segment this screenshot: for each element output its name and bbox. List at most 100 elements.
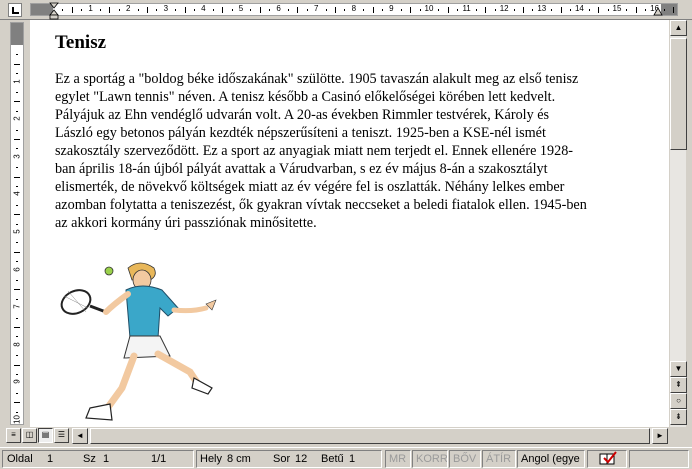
ruler-tick xyxy=(344,9,346,11)
ruler-tick xyxy=(16,242,18,244)
ruler-number: 5 xyxy=(238,4,244,13)
ruler-tick xyxy=(551,9,553,11)
ruler-tick xyxy=(16,223,18,225)
ruler-tick xyxy=(14,63,20,65)
page-label: Oldal xyxy=(7,453,33,465)
ruler-tick xyxy=(16,392,18,394)
line-value: 12 xyxy=(295,453,308,465)
print-layout-view-icon[interactable]: ▤ xyxy=(38,428,53,443)
document-page[interactable]: Tenisz Ez a sportág a "boldog béke idősz… xyxy=(30,20,669,427)
vertical-ruler-strip[interactable]: 1 2 3 4 5 6 7 8 9 10 xyxy=(10,22,24,425)
right-indent-marker-icon[interactable] xyxy=(653,6,663,16)
vertical-ruler[interactable]: 1 2 3 4 5 6 7 8 9 10 xyxy=(0,20,30,427)
ruler-tick xyxy=(626,9,628,11)
vertical-scroll-thumb[interactable] xyxy=(670,38,687,150)
ruler-number: 1 xyxy=(88,4,93,13)
ruler-number: 14 xyxy=(574,4,584,13)
ruler-tick xyxy=(16,73,18,75)
ruler-tick xyxy=(250,9,252,11)
ruler-tick xyxy=(532,9,534,11)
ruler-number: 7 xyxy=(313,4,319,13)
ruler-tick xyxy=(16,148,18,150)
ruler-tick xyxy=(184,7,186,13)
ruler-tick xyxy=(100,9,101,11)
horizontal-scrollbar[interactable]: ◄ ► xyxy=(72,428,668,444)
ruler-tick xyxy=(476,9,477,11)
ruler-tick xyxy=(513,9,515,11)
ruler-tick xyxy=(259,7,261,13)
horizontal-scroll-area[interactable]: ≡ ◫ ▤ ☰ ◄ ► xyxy=(0,427,686,445)
ruler-tick xyxy=(494,9,496,11)
ruler-tick xyxy=(16,129,18,131)
ruler-tick xyxy=(231,9,233,11)
outline-view-icon[interactable]: ☰ xyxy=(54,428,69,443)
ruler-tick xyxy=(372,7,374,13)
ruler-tick xyxy=(222,7,224,13)
ruler-tick xyxy=(16,92,18,93)
ruler-tick xyxy=(457,9,459,11)
ruler-tick xyxy=(363,9,365,11)
normal-view-icon[interactable]: ≡ xyxy=(6,428,21,443)
ruler-tick xyxy=(664,9,665,11)
extend-selection-indicator[interactable]: BŐV xyxy=(449,450,481,468)
ruler-strip[interactable]: 1 2 3 4 5 6 7 8 9 10 11 12 13 14 15 16 xyxy=(30,3,678,16)
tennis-player-clipart-icon[interactable] xyxy=(50,260,230,427)
status-page-info[interactable]: Oldal 1 Sz 1 1/1 xyxy=(2,450,194,468)
ruler-tick xyxy=(16,167,18,169)
scroll-up-button[interactable]: ▲ xyxy=(670,20,687,36)
tab-selector-icon[interactable] xyxy=(8,3,22,17)
document-body[interactable]: Ez a sportág a "boldog béke időszakának"… xyxy=(55,70,655,232)
ruler-number: 5 xyxy=(12,229,22,234)
spelling-status[interactable] xyxy=(587,450,627,468)
language-indicator[interactable]: Angol (egye xyxy=(517,450,585,468)
line-label: Sor xyxy=(273,453,291,465)
ruler-tick xyxy=(438,9,440,11)
macro-record-indicator[interactable]: MR xyxy=(385,450,411,468)
ruler-number: 6 xyxy=(12,266,22,272)
ruler-tick xyxy=(62,9,64,11)
web-layout-view-icon[interactable]: ◫ xyxy=(22,428,37,443)
ruler-tick xyxy=(16,411,18,413)
ruler-tick xyxy=(588,9,590,11)
ruler-number: 3 xyxy=(12,154,22,159)
ruler-tick xyxy=(297,7,299,13)
scroll-left-button[interactable]: ◄ xyxy=(72,428,88,444)
horizontal-scroll-thumb[interactable] xyxy=(90,428,650,444)
ruler-tick xyxy=(137,9,139,11)
ruler-number: 9 xyxy=(389,4,394,13)
next-page-button[interactable]: ⇟ xyxy=(670,409,687,425)
ruler-tick xyxy=(212,9,214,11)
ruler-number: 10 xyxy=(424,4,434,13)
vertical-scrollbar[interactable]: ▲ ▼ ⇞ ○ ⇟ xyxy=(669,20,687,427)
scroll-right-button[interactable]: ► xyxy=(652,428,668,444)
scroll-down-button[interactable]: ▼ xyxy=(670,361,687,377)
overtype-indicator[interactable]: ÁTÍR xyxy=(482,450,516,468)
ruler-tick xyxy=(16,336,18,338)
page-value: 1 xyxy=(47,453,54,465)
horizontal-ruler[interactable]: 1 2 3 4 5 6 7 8 9 10 11 12 13 14 15 16 xyxy=(0,0,692,20)
ruler-tick xyxy=(16,54,18,56)
ruler-number: 13 xyxy=(537,4,547,13)
ruler-tick xyxy=(306,9,308,11)
ruler-tick xyxy=(109,7,111,13)
indent-marker-icon[interactable] xyxy=(49,0,59,20)
ruler-tick xyxy=(14,327,20,328)
ruler-number: 6 xyxy=(276,4,281,13)
previous-page-button[interactable]: ⇞ xyxy=(670,377,687,393)
ruler-tick xyxy=(14,101,20,103)
select-browse-object-button[interactable]: ○ xyxy=(670,393,687,409)
ruler-tick xyxy=(156,9,158,11)
status-position-info[interactable]: Hely 8 cm Sor 12 Betű 1 xyxy=(196,450,382,468)
ruler-tick xyxy=(14,289,20,291)
ruler-tick xyxy=(335,7,336,13)
ruler-tick xyxy=(16,204,18,206)
ruler-tick xyxy=(71,7,73,13)
page-of: 1/1 xyxy=(151,453,167,465)
ruler-number: 2 xyxy=(12,116,22,121)
ruler-number: 9 xyxy=(12,379,22,385)
ruler-number: 8 xyxy=(351,4,357,13)
track-changes-indicator[interactable]: KORR xyxy=(412,450,448,468)
ruler-tick xyxy=(410,7,412,13)
ruler-tick xyxy=(14,139,20,140)
ruler-tick xyxy=(14,176,20,178)
